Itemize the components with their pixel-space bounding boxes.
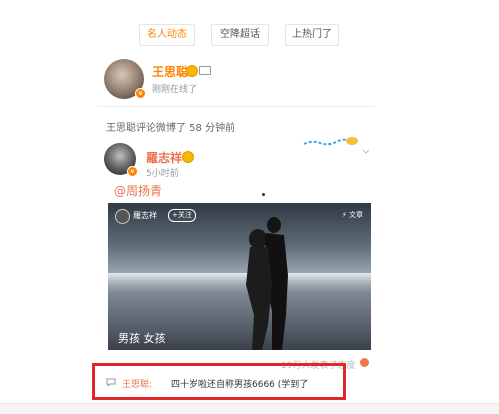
photo-caption: 男孩 女孩 <box>118 332 166 345</box>
mention-link[interactable]: @周扬青 <box>114 182 162 199</box>
tab-bar: 名人动态 空降超话 上热门了 <box>0 24 499 46</box>
vip-badge-icon: v <box>135 88 146 99</box>
tab-super-topic[interactable]: 空降超话 <box>211 24 269 46</box>
comment-notice: 王思聪评论微博了 58 分钟前 <box>106 123 236 134</box>
blue-scribble <box>303 137 358 146</box>
comment-icon <box>106 378 116 386</box>
emoji-icon <box>182 151 194 163</box>
photo-author-name: 羅志祥 <box>133 211 157 220</box>
divider <box>98 106 375 107</box>
online-status: 刚刚在线了 <box>152 85 198 95</box>
couple-silhouette <box>246 217 288 350</box>
emoji-icon <box>360 358 369 367</box>
tab-trending[interactable]: 上热门了 <box>285 24 339 46</box>
emoji-icon <box>186 65 198 77</box>
bottom-bar <box>0 403 499 414</box>
chevron-down-icon[interactable] <box>362 148 370 156</box>
follow-button[interactable]: +关注 <box>168 209 196 222</box>
reply-author[interactable]: 王思聪: <box>122 377 152 390</box>
article-tag: ⚡ 文章 <box>341 211 363 219</box>
tab-celebrity-news[interactable]: 名人动态 <box>139 24 195 46</box>
post-photo[interactable]: 羅志祥 +关注 ⚡ 文章 男孩 女孩 <box>108 203 371 350</box>
article-tag-label: 文章 <box>349 211 363 219</box>
post-time[interactable]: 5小时前 <box>146 166 179 179</box>
reply-text: 四十岁啦还自称男孩6666 (学到了 <box>171 380 309 390</box>
dot <box>262 193 265 196</box>
profile-name[interactable]: 王思聪 <box>152 63 188 80</box>
card-icon <box>199 66 211 75</box>
author-name[interactable]: 羅志祥 <box>146 149 182 166</box>
vip-badge-icon: v <box>127 166 138 177</box>
photo-author-avatar <box>115 209 130 224</box>
